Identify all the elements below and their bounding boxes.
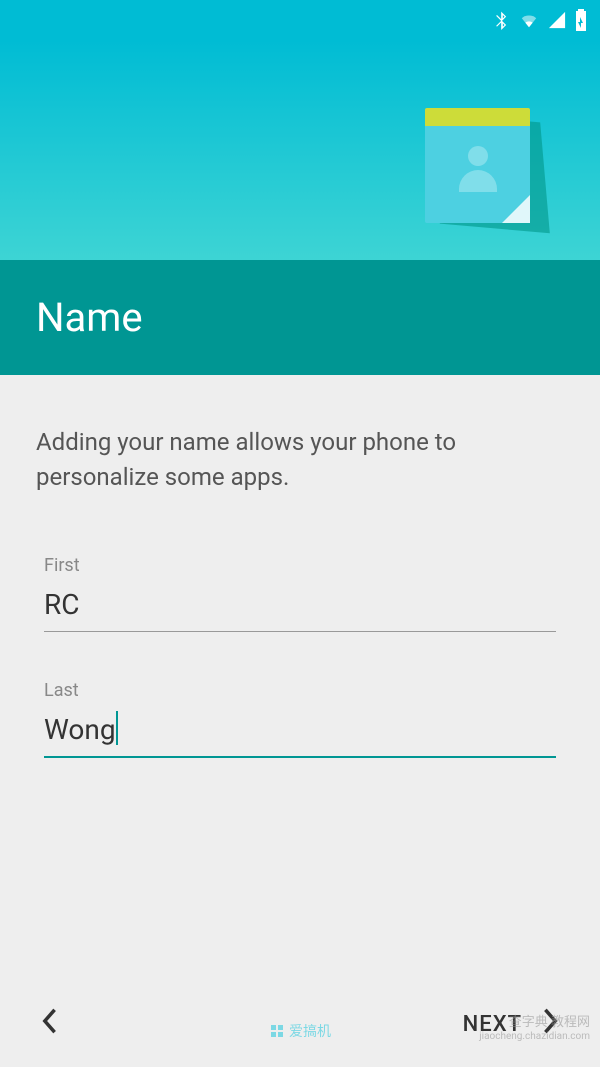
page-title: Name <box>36 294 143 341</box>
watermark-text-1: 爱搞机 <box>289 1021 331 1041</box>
last-name-label: Last <box>44 680 556 701</box>
wifi-icon <box>518 11 540 29</box>
title-bar: Name <box>0 260 600 375</box>
chevron-left-icon <box>40 1007 58 1042</box>
back-button[interactable] <box>40 1007 58 1042</box>
watermark-logo: 爱搞机 <box>269 1021 331 1041</box>
first-name-field-group: First <box>36 555 564 632</box>
status-bar <box>0 0 600 40</box>
first-name-input[interactable] <box>44 584 556 632</box>
content-area: Adding your name allows your phone to pe… <box>0 375 600 826</box>
signal-icon <box>548 11 566 29</box>
watermark-text-2: 查字典 教程网 <box>479 1015 590 1031</box>
watermark-site: 查字典 教程网 jiaocheng.chazidian.com <box>479 1015 590 1043</box>
bluetooth-icon <box>494 10 510 30</box>
contact-notepad-illustration <box>425 108 545 228</box>
description-text: Adding your name allows your phone to pe… <box>36 425 564 495</box>
last-name-input[interactable] <box>44 709 556 758</box>
battery-charging-icon <box>574 9 588 31</box>
hero-banner <box>0 40 600 260</box>
last-name-field-group: Last <box>36 680 564 758</box>
first-name-label: First <box>44 555 556 576</box>
watermark-text-3: jiaocheng.chazidian.com <box>479 1031 590 1043</box>
